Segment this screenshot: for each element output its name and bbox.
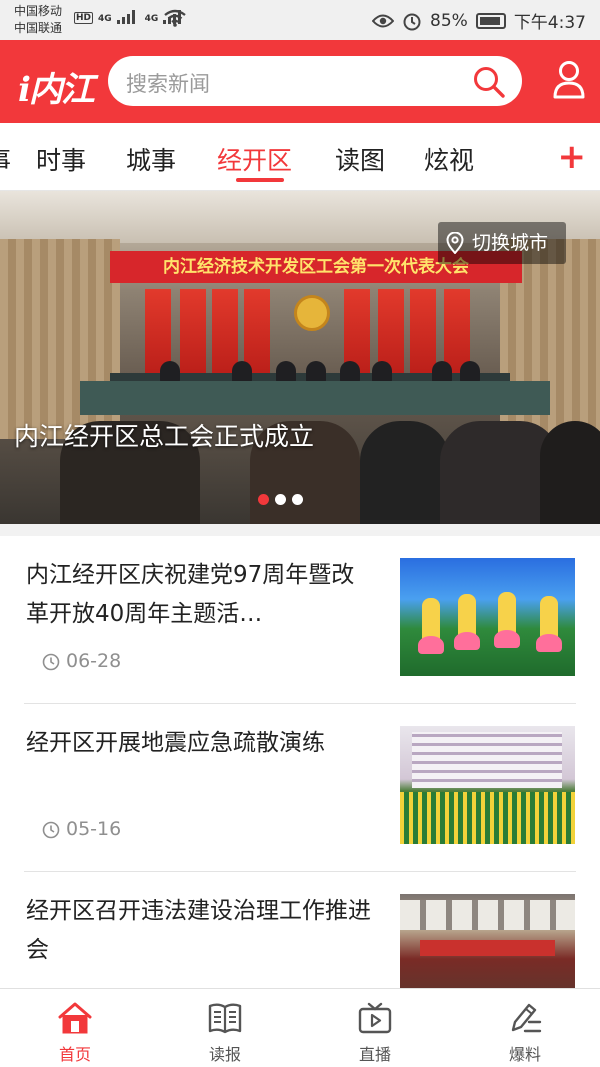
nav-live[interactable]: 直播 bbox=[300, 989, 450, 1067]
clock: 下午4:37 bbox=[513, 13, 586, 33]
news-date: 06-28 bbox=[42, 650, 121, 672]
news-date-text: 05-16 bbox=[66, 818, 122, 840]
carousel-dot[interactable] bbox=[275, 494, 286, 505]
dais-person bbox=[340, 361, 360, 383]
news-date-text: 06-28 bbox=[66, 650, 122, 672]
dais-person bbox=[306, 361, 326, 383]
location-pin-icon bbox=[446, 232, 464, 254]
app-header: i内江 搜索新闻 bbox=[0, 40, 600, 123]
tv-play-icon bbox=[358, 1002, 392, 1034]
dais-person bbox=[372, 361, 392, 383]
union-emblem bbox=[294, 295, 330, 331]
carousel-banner[interactable]: 内江经济技术开发区工会第一次代表大会 切换城市 内江经开区总工会正式成立 bbox=[0, 191, 600, 524]
nav-report-label: 爆料 bbox=[508, 1045, 541, 1064]
clock-icon bbox=[42, 821, 60, 839]
news-title: 经开区开展地震应急疏散演练 bbox=[26, 730, 325, 756]
bottom-nav: 首页 读报 直播 爆料 bbox=[0, 988, 600, 1067]
switch-city-label: 切换城市 bbox=[472, 232, 549, 254]
nav-read-paper-label: 读报 bbox=[208, 1045, 241, 1064]
dais-front bbox=[80, 381, 550, 415]
network-2-label: 4G bbox=[144, 14, 159, 24]
carousel-dots bbox=[258, 494, 303, 505]
meeting-screen bbox=[420, 940, 555, 956]
kid-skirt bbox=[418, 636, 444, 654]
edit-list-icon bbox=[511, 1003, 542, 1033]
news-item[interactable]: 内江经开区庆祝建党97周年暨改革开放40周年主题活… 06-28 bbox=[0, 536, 600, 704]
carrier-info: 中国移动 中国联通 bbox=[14, 3, 62, 37]
news-title: 经开区召开违法建设治理工作推进会 bbox=[26, 898, 371, 963]
status-right: 85% 下午4:37 bbox=[372, 8, 586, 33]
nav-live-label: 直播 bbox=[358, 1045, 391, 1064]
home-icon bbox=[58, 1002, 92, 1034]
students-crowd bbox=[400, 792, 575, 844]
app-logo[interactable]: i内江 bbox=[18, 62, 95, 111]
eye-icon bbox=[372, 14, 395, 27]
tab-chengshi[interactable]: 城事 bbox=[126, 141, 176, 177]
flag bbox=[180, 289, 206, 381]
dais-person bbox=[232, 361, 252, 383]
dais-person bbox=[276, 361, 296, 383]
ceiling-lights bbox=[400, 900, 575, 930]
carrier-2-label: 中国联通 bbox=[14, 21, 63, 35]
tab-jingkaiqu[interactable]: 经开区 bbox=[217, 141, 292, 177]
search-icon[interactable] bbox=[472, 65, 506, 99]
search-placeholder: 搜索新闻 bbox=[126, 72, 210, 96]
nav-home-label: 首页 bbox=[58, 1045, 91, 1064]
active-tab-indicator bbox=[236, 178, 284, 182]
news-date: 05-16 bbox=[42, 818, 121, 840]
hd-tag: HD bbox=[74, 12, 94, 24]
nav-report[interactable]: 爆料 bbox=[450, 989, 600, 1067]
dais-person bbox=[432, 361, 452, 383]
clock-icon bbox=[42, 653, 60, 671]
kid-skirt bbox=[454, 632, 480, 650]
switch-city-button[interactable]: 切换城市 bbox=[438, 222, 566, 264]
tab-dutu[interactable]: 读图 bbox=[335, 141, 385, 177]
kid-skirt bbox=[494, 630, 520, 648]
status-bar: 中国移动 中国联通 HD 4G 4G 85% 下午4:37 bbox=[0, 0, 600, 40]
news-title: 内江经开区庆祝建党97周年暨改革开放40周年主题活… bbox=[26, 562, 355, 627]
network-1-label: 4G bbox=[98, 14, 112, 24]
kid-skirt bbox=[536, 634, 562, 652]
carrier-1-label: 中国移动 bbox=[14, 4, 63, 18]
alarm-icon bbox=[403, 13, 421, 30]
add-tab-button[interactable]: + bbox=[558, 137, 587, 177]
news-item[interactable]: 经开区开展地震应急疏散演练 05-16 bbox=[0, 704, 600, 872]
carousel-dot-active[interactable] bbox=[258, 494, 269, 505]
nav-home[interactable]: 首页 bbox=[0, 989, 150, 1067]
battery-percent: 85% bbox=[430, 10, 468, 31]
category-tabs: 事 时事 城事 经开区 读图 炫视 + bbox=[0, 123, 600, 191]
search-input[interactable]: 搜索新闻 bbox=[108, 56, 522, 106]
news-thumbnail bbox=[400, 726, 575, 844]
book-icon bbox=[208, 1003, 242, 1034]
dais-person bbox=[160, 361, 180, 383]
banner-title[interactable]: 内江经开区总工会正式成立 bbox=[14, 417, 314, 453]
dais-person bbox=[460, 361, 480, 383]
signal-icon bbox=[116, 8, 135, 24]
tab-shishi[interactable]: 时事 bbox=[36, 141, 86, 177]
carousel-dot[interactable] bbox=[292, 494, 303, 505]
audience-figure bbox=[540, 421, 600, 524]
nav-read-paper[interactable]: 读报 bbox=[150, 989, 300, 1067]
news-thumbnail bbox=[400, 894, 575, 988]
news-thumbnail bbox=[400, 558, 575, 676]
school-building bbox=[412, 732, 562, 788]
battery-icon bbox=[475, 12, 506, 29]
tab-xuanshi[interactable]: 炫视 bbox=[424, 141, 474, 177]
news-feed: 内江经开区庆祝建党97周年暨改革开放40周年主题活… 06-28 经开区开展地震… bbox=[0, 536, 600, 988]
wifi-icon bbox=[164, 9, 186, 27]
audience-figure bbox=[360, 421, 450, 524]
tab-partial-left[interactable]: 事 bbox=[0, 141, 11, 177]
news-item[interactable]: 经开区召开违法建设治理工作推进会 bbox=[0, 872, 600, 988]
user-icon[interactable] bbox=[552, 60, 586, 100]
